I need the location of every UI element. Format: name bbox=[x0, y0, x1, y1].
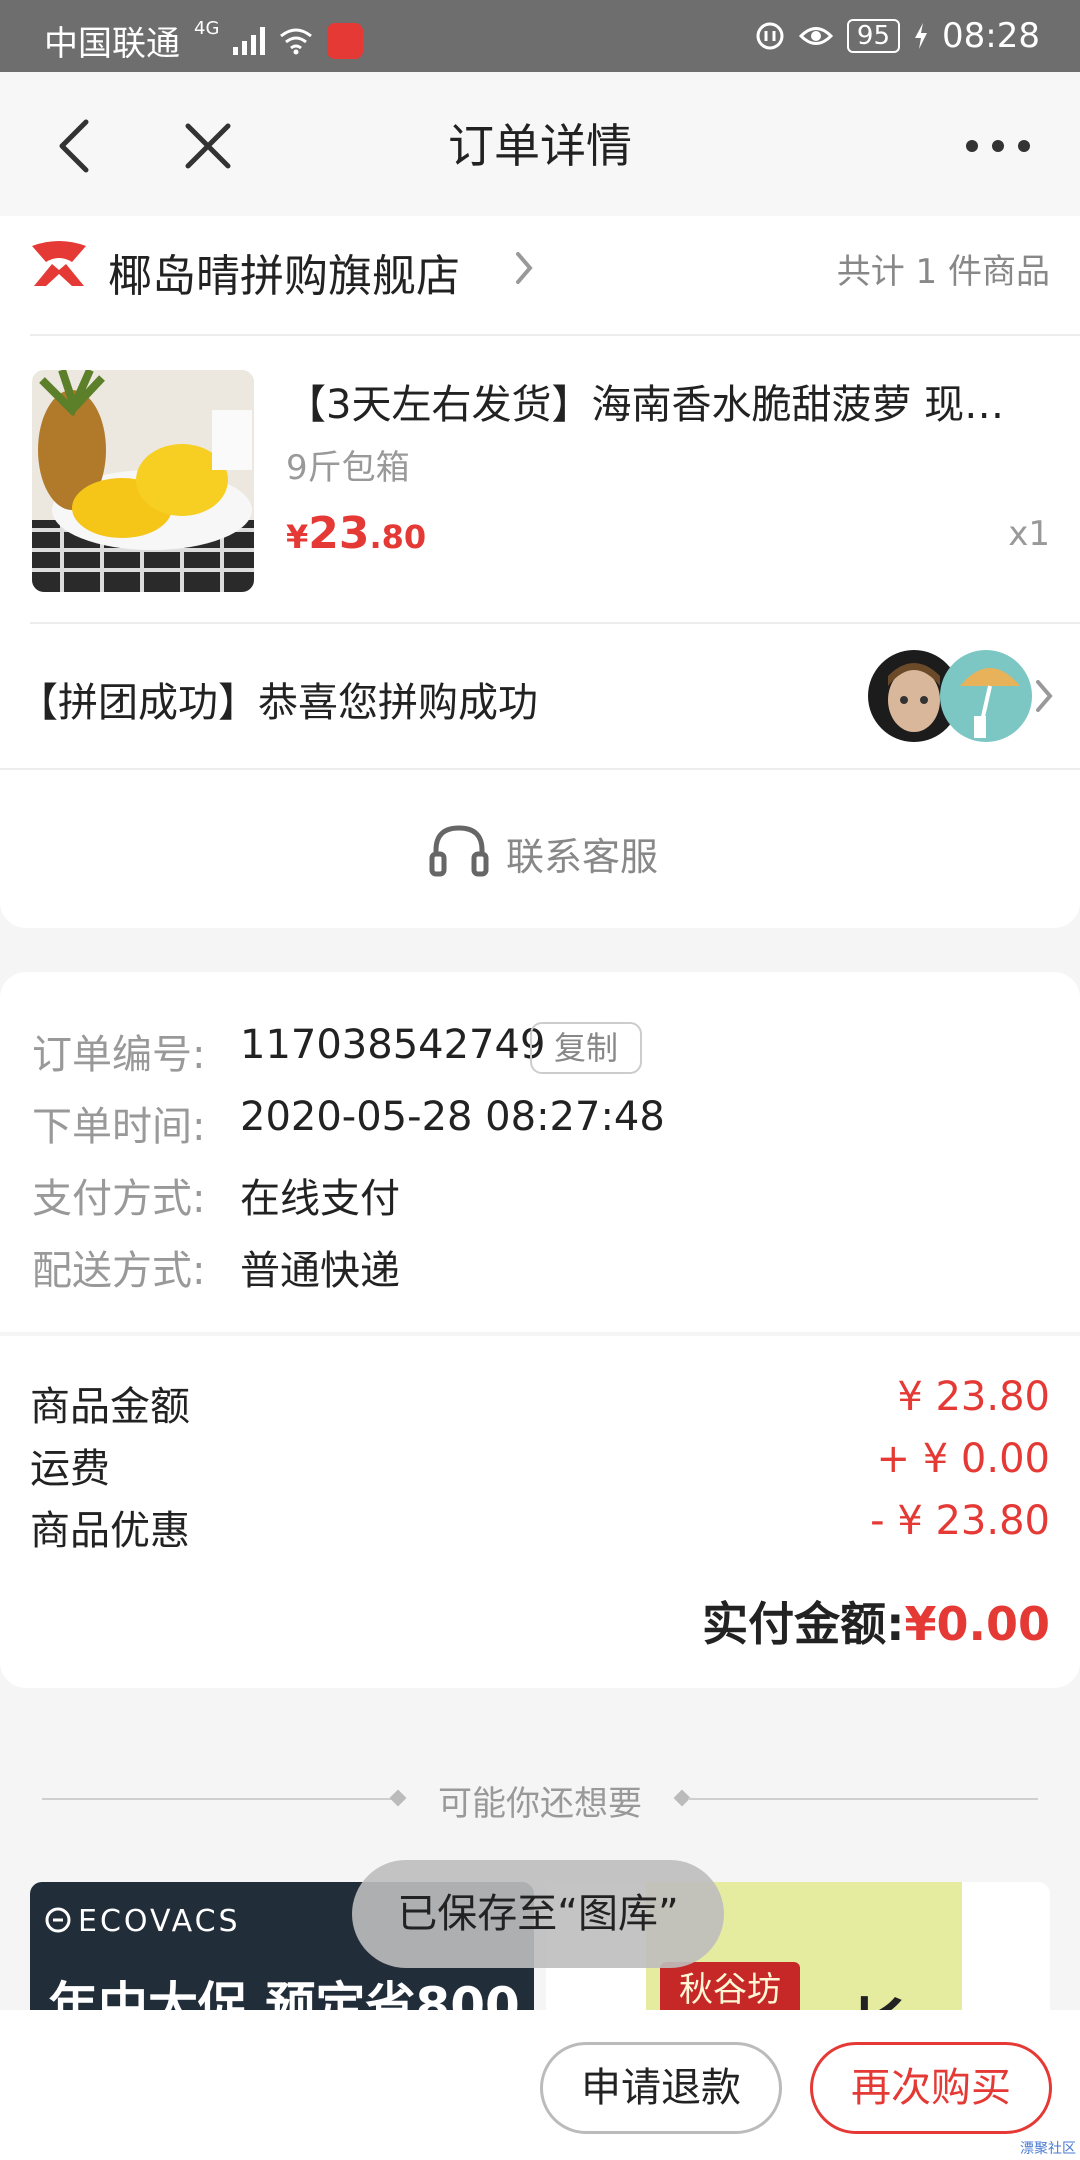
product-spec: 9斤包箱 bbox=[286, 448, 410, 488]
chevron-right-icon[interactable] bbox=[1034, 678, 1054, 714]
price-decimal: .80 bbox=[369, 518, 427, 556]
watermark: 漂聚社区 bbox=[1020, 2141, 1076, 2157]
headset-icon[interactable] bbox=[428, 822, 490, 878]
back-icon[interactable] bbox=[54, 118, 94, 174]
recommend-title: 可能你还想要 bbox=[438, 1784, 642, 1824]
divider bbox=[30, 622, 1080, 624]
shipping-fee-label: 运费 bbox=[30, 1446, 110, 1492]
payment-method: 在线支付 bbox=[240, 1176, 400, 1222]
eye-comfort-icon bbox=[798, 27, 833, 45]
goods-amount-label: 商品金额 bbox=[30, 1384, 190, 1430]
divider bbox=[30, 334, 1080, 336]
payment-method-label: 支付方式: bbox=[32, 1176, 206, 1222]
product-image[interactable] bbox=[32, 370, 254, 592]
more-horizontal-icon[interactable] bbox=[964, 138, 1032, 154]
page-title: 订单详情 bbox=[448, 119, 632, 173]
price-currency: ¥ bbox=[286, 518, 309, 556]
divider bbox=[0, 768, 1080, 770]
buy-again-button[interactable]: 再次购买 bbox=[810, 2042, 1052, 2134]
app-notification-icon bbox=[327, 22, 364, 59]
goods-amount: ¥ 23.80 bbox=[897, 1374, 1050, 1420]
copy-button[interactable]: 复制 bbox=[530, 1022, 642, 1074]
goods-total-count: 共计 1 件商品 bbox=[836, 252, 1050, 292]
status-bar: 中国联通 4G 95 08:28 bbox=[0, 0, 1080, 72]
carrier-label: 中国联通 bbox=[44, 24, 180, 64]
network-type: 4G bbox=[194, 18, 220, 39]
order-number: 117038542749 bbox=[240, 1022, 546, 1068]
charging-icon bbox=[915, 23, 928, 49]
paid-amount: ¥0.00 bbox=[904, 1597, 1050, 1651]
chevron-right-icon[interactable] bbox=[514, 250, 534, 286]
delivery-method-label: 配送方式: bbox=[32, 1248, 206, 1294]
paid-amount-row: 实付金额:¥0.00 bbox=[702, 1588, 1050, 1654]
shop-name[interactable]: 椰岛晴拼购旗舰店 bbox=[108, 240, 460, 304]
delivery-method: 普通快递 bbox=[240, 1248, 400, 1294]
contact-service-button[interactable]: 联系客服 bbox=[506, 826, 658, 881]
paid-amount-label: 实付金额: bbox=[702, 1597, 905, 1651]
shop-logo-icon bbox=[32, 241, 86, 286]
group-buy-status[interactable]: 【拼团成功】恭喜您拼购成功 bbox=[18, 670, 538, 728]
order-number-label: 订单编号: bbox=[32, 1032, 206, 1078]
toast-message: 已保存至“图库” bbox=[352, 1860, 724, 1968]
order-time: 2020-05-28 08:27:48 bbox=[240, 1094, 665, 1140]
data-saver-icon bbox=[756, 22, 784, 50]
price-integer: 23 bbox=[308, 508, 370, 559]
product-price: ¥23.80 bbox=[286, 508, 426, 559]
order-time-label: 下单时间: bbox=[32, 1104, 206, 1150]
shipping-fee: + ¥ 0.00 bbox=[876, 1436, 1050, 1482]
discount-label: 商品优惠 bbox=[30, 1508, 190, 1554]
product-quantity: x1 bbox=[1008, 514, 1050, 554]
recommend-brand: ECOVACS bbox=[78, 1904, 241, 1939]
avatar bbox=[940, 650, 1032, 742]
product-title[interactable]: 【3天左右发货】海南香水脆甜菠萝 现… bbox=[286, 372, 1046, 430]
request-refund-button[interactable]: 申请退款 bbox=[540, 2042, 782, 2134]
battery-level: 95 bbox=[846, 19, 901, 53]
nav-bar: 订单详情 bbox=[0, 72, 1080, 220]
brand-logo-icon bbox=[45, 1907, 71, 1933]
signal-icon bbox=[233, 26, 266, 55]
wifi-icon bbox=[280, 28, 313, 54]
divider bbox=[688, 1798, 1038, 1800]
discount-amount: - ¥ 23.80 bbox=[870, 1498, 1050, 1544]
close-icon[interactable] bbox=[184, 122, 232, 170]
clock: 08:28 bbox=[942, 16, 1040, 56]
